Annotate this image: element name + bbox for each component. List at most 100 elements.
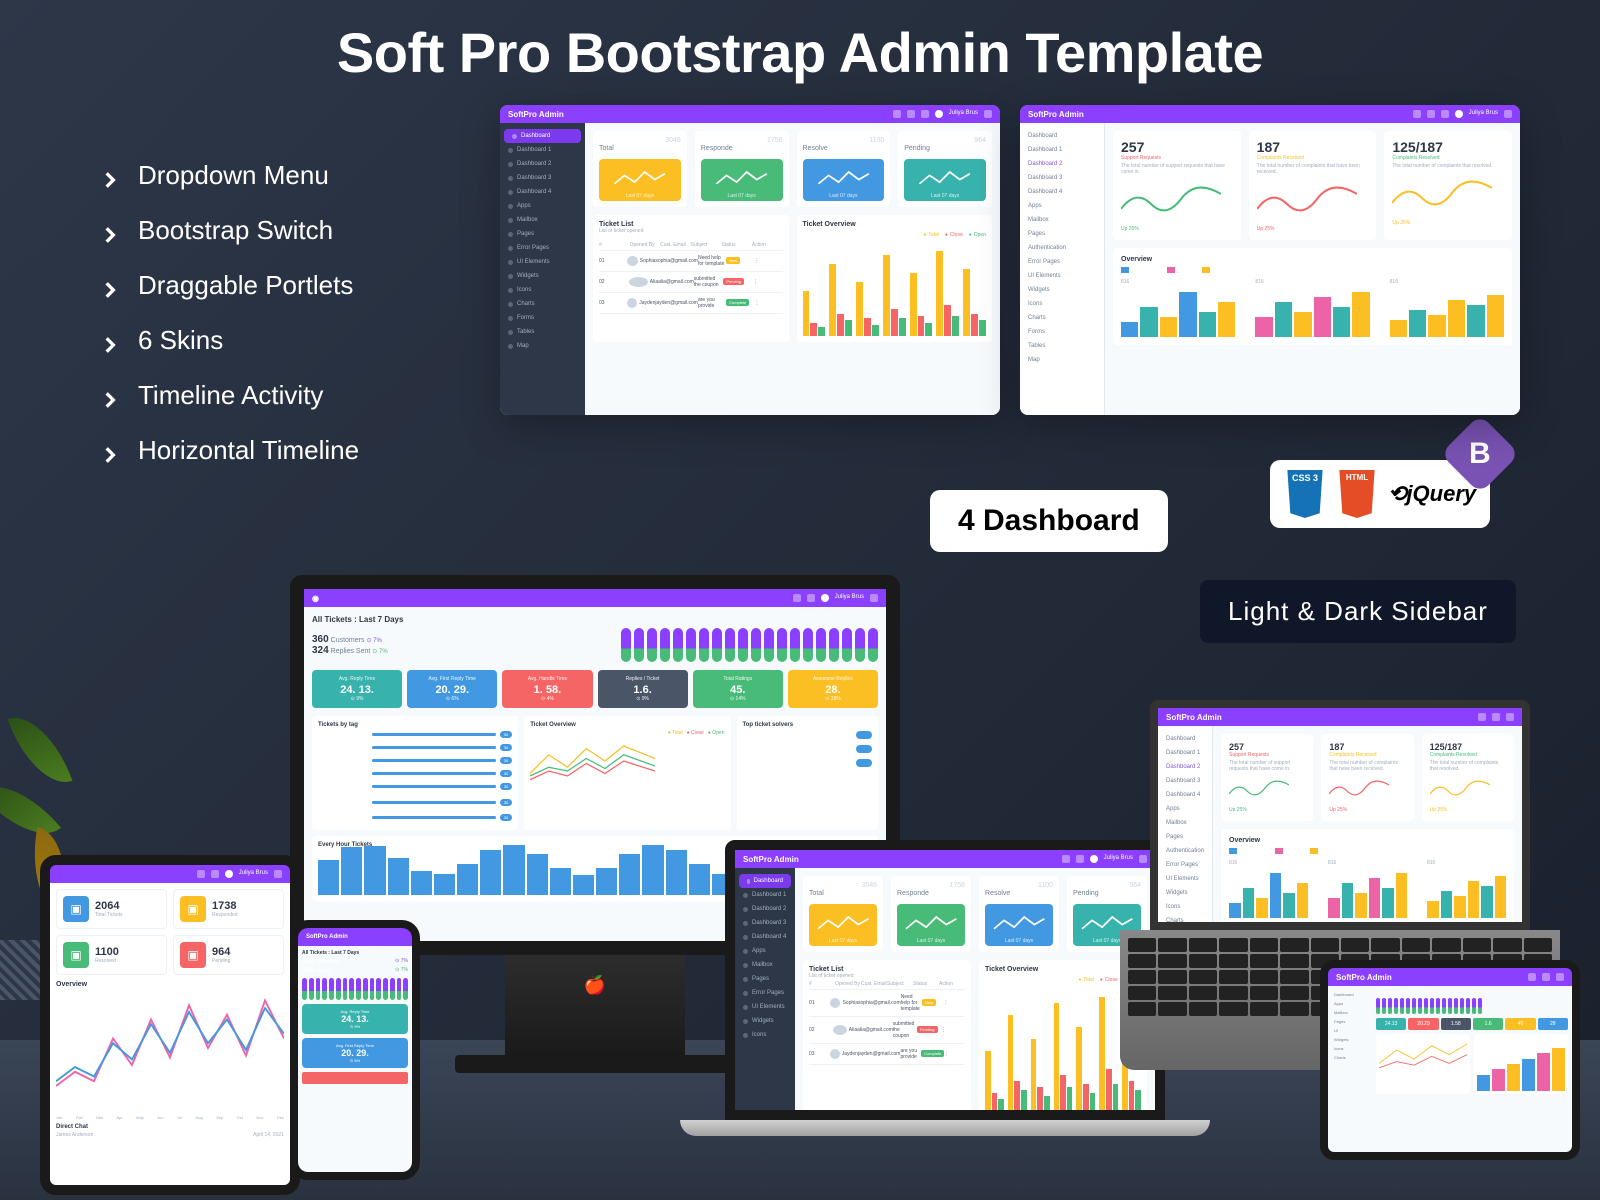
stat-card: Total3046 Last 07 days [803,876,883,952]
mail-icon[interactable] [1441,110,1449,118]
fullscreen-icon[interactable] [1427,110,1435,118]
table-row[interactable]: 01Sophiasophia@gmail.comNeed help for te… [599,251,783,272]
search-icon[interactable] [197,870,205,878]
sidebar-item[interactable]: Icons [735,1028,795,1042]
sidebar-item[interactable]: UI Elements [735,1000,795,1014]
sidebar-item[interactable]: Tables [500,325,585,339]
sidebar-item[interactable]: Pages [1158,830,1212,844]
sidebar-item[interactable]: Dashboard [1020,129,1104,143]
table-row[interactable]: 03Jaydenjayden@gmail.comare you provideC… [599,293,783,314]
sidebar-item[interactable]: Widgets [735,1014,795,1028]
avatar[interactable] [821,594,829,602]
sidebar-item[interactable]: Mailbox [1158,816,1212,830]
sidebar-item-dashboard[interactable]: Dashboard [504,129,581,143]
sidebar-item[interactable]: Dashboard 1 [500,143,585,157]
sidebar-item[interactable]: Dashboard 2 [735,902,795,916]
sidebar-item[interactable]: Dashboard 4 [500,185,585,199]
sidebar-item[interactable]: Dashboard 2 [1020,157,1104,171]
settings-icon[interactable] [870,594,878,602]
sidebar-item[interactable]: Widgets [1158,886,1212,900]
sidebar-item[interactable]: Tables [1020,339,1104,353]
sidebar-item[interactable]: Map [500,339,585,353]
sidebar-item[interactable]: Dashboard 3 [1020,171,1104,185]
stat-card: 257Support RequestsThe total number of s… [1221,734,1313,821]
app-header: ◉ Juliya Brus [304,589,886,607]
search-icon[interactable] [893,110,901,118]
sidebar-item[interactable]: Dashboard 2 [500,157,585,171]
sidebar-item[interactable]: Charts [500,297,585,311]
sidebar-item[interactable]: Icons [1020,297,1104,311]
sidebar-item[interactable]: UI Elements [1158,872,1212,886]
sidebar-item[interactable]: UI Elements [1020,269,1104,283]
table-row[interactable]: 02Aliaalia@gmail.comsubmitted the coupon… [809,1017,965,1044]
user-label[interactable]: Juliya Brus [949,110,978,118]
sidebar-item[interactable]: Apps [1020,199,1104,213]
toggle-switch[interactable] [856,759,872,767]
sidebar-item[interactable]: Dashboard 4 [1158,788,1212,802]
sidebar-item[interactable]: Dashboard 4 [735,930,795,944]
sidebar-item[interactable]: Mailbox [1020,213,1104,227]
sidebar-item[interactable]: Forms [500,311,585,325]
sidebar-item[interactable]: Forms [1020,325,1104,339]
sidebar-item[interactable]: Error Pages [735,986,795,1000]
table-row[interactable]: 01Sophiasophia@gmail.comNeed help for te… [809,990,965,1017]
overview-title: Overview [56,981,284,988]
search-icon[interactable] [1413,110,1421,118]
avatar[interactable] [935,110,943,118]
avatar[interactable] [1455,110,1463,118]
section-title: All Tickets : Last 7 Days [312,615,878,624]
table-row[interactable]: 02Aliaalia@gmail.comsubmitted the coupon… [599,272,783,293]
sidebar-item[interactable]: Pages [1020,227,1104,241]
sidebar-item[interactable]: Dashboard 2 [1158,760,1212,774]
sidebar-item[interactable]: Error Pages [1158,858,1212,872]
sidebar-item[interactable]: Pages [735,972,795,986]
search-icon[interactable] [793,594,801,602]
settings-icon[interactable] [1504,110,1512,118]
sidebar-item[interactable]: Apps [1158,802,1212,816]
user-label[interactable]: Juliya Brus [1469,110,1498,118]
sidebar-item[interactable]: Map [1020,353,1104,367]
sidebar-item[interactable]: Charts [1158,914,1212,928]
metric-card: Avg. Handle Time1. 58.⊙ 4% [502,670,592,708]
sidebar-item[interactable]: Icons [500,283,585,297]
sidebar-item[interactable]: Dashboard [739,874,791,888]
sidebar-item[interactable]: Widgets [1020,283,1104,297]
sidebar-item[interactable]: Apps [500,199,585,213]
sidebar-item[interactable]: Error Pages [1020,255,1104,269]
sidebar-item[interactable]: Dashboard 4 [1020,185,1104,199]
sidebar-item[interactable]: Icons [1158,900,1212,914]
sidebar-item[interactable]: UI Elements [500,255,585,269]
sidebar-item[interactable]: Widgets [500,269,585,283]
sidebar-item[interactable]: Dashboard 1 [735,888,795,902]
sidebar-item[interactable]: Dashboard [1158,732,1212,746]
sidebar-item[interactable]: Authentication [1020,241,1104,255]
settings-icon[interactable] [984,110,992,118]
sidebar-item[interactable]: Charts [1020,311,1104,325]
table-row[interactable]: 03Jaydenjayden@gmail.comare you provideC… [809,1044,965,1065]
sidebar-item[interactable]: Dashboard 1 [1020,143,1104,157]
app-header: SoftPro Admin Juliya Brus [500,105,1000,123]
sidebar-item[interactable]: Authentication [1158,844,1212,858]
user-label[interactable]: Juliya Brus [835,594,864,602]
sidebar-item[interactable]: Error Pages [500,241,585,255]
sidebar-item[interactable]: Mailbox [500,213,585,227]
top-solvers-panel: Top ticket solvers Rate Rate Ratio [737,716,879,830]
mail-icon[interactable] [211,870,219,878]
toggle-switch[interactable] [856,745,872,753]
toggle-switch[interactable] [856,731,872,739]
avatar[interactable] [225,870,233,878]
sidebar-item[interactable]: Apps [735,944,795,958]
mail-icon[interactable] [921,110,929,118]
sidebar-item[interactable]: Dashboard 3 [1158,774,1212,788]
sidebar-item[interactable]: Dashboard 3 [500,171,585,185]
sidebar-item[interactable]: Pages [500,227,585,241]
settings-icon[interactable] [274,870,282,878]
mail-icon[interactable] [807,594,815,602]
sidebar-item[interactable]: Mailbox [735,958,795,972]
html5-icon [1336,470,1378,518]
sidebar-item[interactable]: Dashboard 1 [1158,746,1212,760]
sidebar-item[interactable]: Dashboard 3 [735,916,795,930]
fullscreen-icon[interactable] [907,110,915,118]
tablet-portrait: Juliya Brus ▣2064Total Tickets▣1738Respo… [40,855,300,1195]
stat-card: 125/187Complaints ResolvedThe total numb… [1384,131,1512,240]
